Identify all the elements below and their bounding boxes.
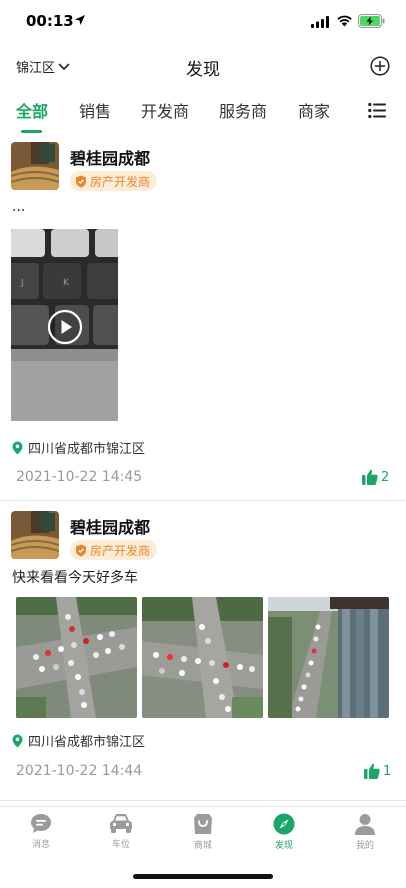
- category-tabs: 全部 销售 开发商 服务商 商家: [0, 92, 406, 136]
- shop-bag-icon: [194, 814, 212, 834]
- tabbar-label: 车位: [111, 840, 130, 850]
- home-indicator: [133, 874, 273, 879]
- tab-service-provider[interactable]: 服务商: [219, 98, 267, 122]
- map-pin-icon: [12, 734, 23, 747]
- post-timestamp: 2021-10-22 14:45: [16, 469, 143, 485]
- add-post-button[interactable]: [370, 56, 390, 76]
- thumbs-up-icon: [362, 469, 378, 485]
- post-photo[interactable]: [268, 597, 389, 718]
- tab-all[interactable]: 全部: [16, 98, 48, 122]
- post-photo[interactable]: [142, 597, 263, 718]
- user-icon: [355, 814, 375, 835]
- tabbar-item-discover[interactable]: 发现: [254, 813, 314, 851]
- tabbar-item-mall[interactable]: 商城: [173, 813, 233, 851]
- like-count: 1: [383, 764, 392, 779]
- nav-bar: 锦江区 发现: [0, 48, 406, 84]
- wifi-icon: [337, 15, 352, 27]
- svg-text:J: J: [20, 278, 24, 288]
- role-badge-label: 房产开发商: [90, 543, 151, 558]
- map-pin-icon: [12, 441, 23, 454]
- tabbar-item-parking[interactable]: 车位: [91, 813, 151, 850]
- post-divider: [0, 800, 406, 801]
- avatar[interactable]: [11, 511, 59, 559]
- tabbar-label: 商城: [193, 841, 212, 851]
- cellular-signal-icon: [311, 16, 329, 28]
- tabbar-item-messages[interactable]: 消息: [11, 813, 71, 850]
- tab-developer[interactable]: 开发商: [141, 98, 189, 122]
- poster-name[interactable]: 碧桂园成都: [70, 145, 150, 169]
- like-button[interactable]: 1: [364, 763, 391, 779]
- post-card[interactable]: 碧桂园成都 房产开发商 快来看看今天好多车 四川省成都市锦江区 2021-10-…: [0, 509, 406, 799]
- list-menu-icon[interactable]: [368, 102, 386, 119]
- location-text: 四川省成都市锦江区: [28, 442, 146, 457]
- like-count: 2: [381, 470, 390, 485]
- poster-name[interactable]: 碧桂园成都: [70, 514, 150, 538]
- battery-charging-icon: [358, 14, 385, 28]
- avatar[interactable]: [11, 142, 59, 190]
- car-icon: [110, 814, 132, 833]
- post-card[interactable]: 碧桂园成都 房产开发商 ... J K 四川省成都市锦江区 2021-10-22…: [0, 140, 406, 500]
- location-text: 四川省成都市锦江区: [28, 735, 146, 750]
- tabbar-label: 我的: [355, 841, 374, 851]
- shield-badge-icon: [76, 175, 86, 187]
- post-location: 四川省成都市锦江区: [12, 438, 145, 457]
- message-icon: [31, 814, 51, 833]
- active-tab-indicator: [21, 130, 42, 133]
- post-divider: [0, 500, 406, 501]
- compass-icon: [273, 813, 295, 835]
- status-time: 00:13: [26, 12, 74, 30]
- post-photo[interactable]: [16, 597, 137, 718]
- tab-sales[interactable]: 销售: [79, 98, 111, 122]
- post-timestamp: 2021-10-22 14:44: [16, 763, 143, 779]
- post-location: 四川省成都市锦江区: [12, 731, 145, 750]
- like-button[interactable]: 2: [362, 469, 389, 485]
- post-text: 快来看看今天好多车: [12, 570, 138, 586]
- location-arrow-icon: [75, 15, 85, 25]
- role-badge: 房产开发商: [70, 540, 158, 560]
- tabbar-label: 消息: [31, 840, 50, 850]
- thumbs-up-icon: [364, 763, 380, 779]
- tab-merchant[interactable]: 商家: [298, 98, 330, 122]
- tabbar-item-profile[interactable]: 我的: [335, 813, 395, 851]
- tabbar-label: 发现: [274, 841, 293, 851]
- role-badge-label: 房产开发商: [90, 174, 151, 189]
- role-badge: 房产开发商: [70, 171, 158, 191]
- page-title: 发现: [186, 60, 220, 80]
- shield-badge-icon: [76, 544, 86, 556]
- status-bar: 00:13: [0, 0, 406, 44]
- play-icon[interactable]: [47, 309, 83, 345]
- post-text: ...: [12, 199, 26, 215]
